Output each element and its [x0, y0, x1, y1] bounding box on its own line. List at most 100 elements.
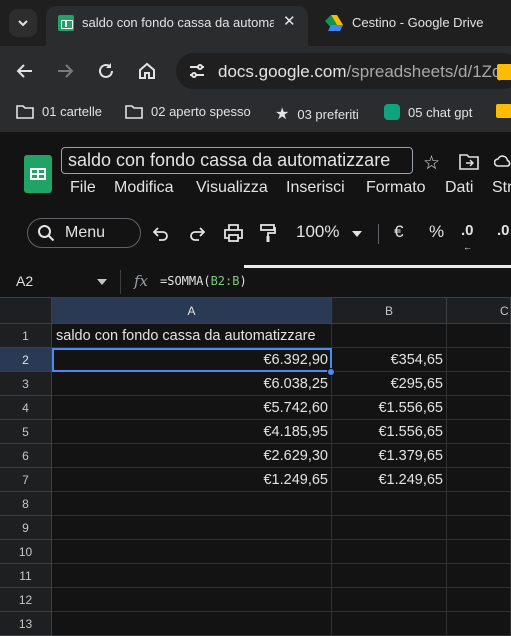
cell-a[interactable]	[52, 588, 332, 612]
fx-icon: fx	[134, 272, 149, 290]
site-settings-icon[interactable]	[188, 62, 206, 80]
row-header[interactable]: 4	[0, 396, 52, 420]
star-icon[interactable]: ☆	[423, 152, 440, 175]
row-header[interactable]: 11	[0, 564, 52, 588]
menu-strumenti[interactable]: Stru	[492, 179, 511, 197]
cell-a[interactable]	[52, 564, 332, 588]
bookmark-item[interactable]: ★ 03 preferiti	[275, 104, 359, 124]
cell-b[interactable]: €354,65	[332, 348, 447, 372]
row-header[interactable]: 3	[0, 372, 52, 396]
cell-b[interactable]	[332, 612, 447, 636]
cell-a[interactable]: €2.629,30	[52, 444, 332, 468]
cell-c[interactable]	[447, 516, 511, 540]
zoom-select[interactable]: 100%	[296, 222, 339, 242]
column-header-a[interactable]: A	[52, 298, 332, 324]
name-box-caret-icon[interactable]	[97, 279, 107, 285]
sheets-logo-icon[interactable]	[24, 155, 52, 193]
menu-modifica[interactable]: Modifica	[114, 179, 174, 197]
cell-a1[interactable]: saldo con fondo cassa da automatizzare	[52, 324, 332, 348]
cell-c[interactable]	[447, 444, 511, 468]
menu-file[interactable]: File	[70, 179, 96, 197]
cell-b[interactable]: €295,65	[332, 372, 447, 396]
menu-inserisci[interactable]: Inserisci	[286, 179, 345, 197]
row-header[interactable]: 1	[0, 324, 52, 348]
row-header[interactable]: 12	[0, 588, 52, 612]
name-box[interactable]: A2	[16, 273, 33, 289]
cell-b[interactable]	[332, 516, 447, 540]
row-header[interactable]: 2	[0, 348, 52, 372]
cell-a[interactable]	[52, 540, 332, 564]
print-icon[interactable]	[224, 224, 243, 242]
menu-formato[interactable]: Formato	[366, 179, 426, 197]
bookmark-item[interactable]: 02 aperto spesso	[125, 104, 251, 119]
row-header[interactable]: 9	[0, 516, 52, 540]
cell-c[interactable]	[447, 420, 511, 444]
chevron-down-icon	[18, 20, 28, 27]
cell-c[interactable]	[447, 612, 511, 636]
cell-c[interactable]	[447, 564, 511, 588]
cell-a[interactable]	[52, 492, 332, 516]
decrease-decimals-button[interactable]: .0	[461, 222, 474, 239]
row-header[interactable]: 10	[0, 540, 52, 564]
cell-b[interactable]: €1.379,65	[332, 444, 447, 468]
cell-a[interactable]: €4.185,95	[52, 420, 332, 444]
column-header-b[interactable]: B	[332, 298, 447, 324]
menu-dati[interactable]: Dati	[445, 179, 473, 197]
move-folder-icon[interactable]	[459, 154, 479, 170]
paint-format-icon[interactable]	[260, 224, 276, 243]
cell-b[interactable]	[332, 492, 447, 516]
cell-a[interactable]	[52, 612, 332, 636]
increase-decimals-button[interactable]: .0	[497, 222, 510, 239]
cell-c[interactable]	[447, 396, 511, 420]
cell-c[interactable]	[447, 540, 511, 564]
cell-a[interactable]	[52, 516, 332, 540]
fill-handle[interactable]	[327, 368, 335, 376]
currency-format-button[interactable]: €	[394, 222, 403, 242]
bookmark-overflow-icon[interactable]	[496, 104, 511, 118]
cell-c[interactable]	[447, 492, 511, 516]
cell-a[interactable]: €5.742,60	[52, 396, 332, 420]
row-header[interactable]: 7	[0, 468, 52, 492]
cell-b[interactable]: €1.556,65	[332, 396, 447, 420]
cell-b[interactable]	[332, 564, 447, 588]
cell-c[interactable]	[447, 468, 511, 492]
row-header[interactable]: 5	[0, 420, 52, 444]
back-icon[interactable]	[16, 62, 34, 80]
cell-a[interactable]: €1.249,65	[52, 468, 332, 492]
formula-input[interactable]: =SOMMA(B2:B)	[160, 274, 247, 288]
percent-format-button[interactable]: %	[429, 222, 444, 242]
row-header[interactable]: 6	[0, 444, 52, 468]
cell-b[interactable]: €1.249,65	[332, 468, 447, 492]
cell-b[interactable]	[332, 324, 447, 348]
row-header[interactable]: 13	[0, 612, 52, 636]
doc-title-input[interactable]: saldo con fondo cassa da automatizzare	[61, 147, 413, 174]
cell-c[interactable]	[447, 348, 511, 372]
caret-down-icon[interactable]	[352, 231, 362, 237]
cell-c[interactable]	[447, 588, 511, 612]
forward-icon[interactable]	[56, 62, 74, 80]
extension-icon[interactable]	[497, 64, 511, 80]
tab-title[interactable]: Cestino - Google Drive	[352, 15, 511, 30]
bookmark-item[interactable]: 01 cartelle	[16, 104, 102, 119]
cloud-status-icon[interactable]	[494, 154, 511, 168]
undo-icon[interactable]	[153, 225, 169, 241]
tab-search-button[interactable]	[9, 9, 37, 37]
reload-icon[interactable]	[97, 62, 115, 80]
cell-c[interactable]	[447, 324, 511, 348]
menu-search-button[interactable]: Menu	[27, 218, 141, 248]
cell-c[interactable]	[447, 372, 511, 396]
cell-b[interactable]	[332, 540, 447, 564]
home-icon[interactable]	[138, 62, 156, 80]
bookmark-item[interactable]: 05 chat gpt	[384, 104, 472, 120]
column-header-c[interactable]: C	[447, 298, 511, 324]
cell-b[interactable]: €1.556,65	[332, 420, 447, 444]
menu-visualizza[interactable]: Visualizza	[196, 179, 268, 197]
url-text[interactable]: docs.google.com/spreadsheets/d/1ZqOSs	[218, 62, 511, 82]
select-all-corner[interactable]	[0, 298, 52, 324]
cell-a[interactable]: €6.038,25	[52, 372, 332, 396]
row-header[interactable]: 8	[0, 492, 52, 516]
redo-icon[interactable]	[189, 225, 205, 241]
folder-icon	[125, 104, 143, 119]
tab-close-icon[interactable]: ✕	[283, 12, 296, 30]
cell-b[interactable]	[332, 588, 447, 612]
